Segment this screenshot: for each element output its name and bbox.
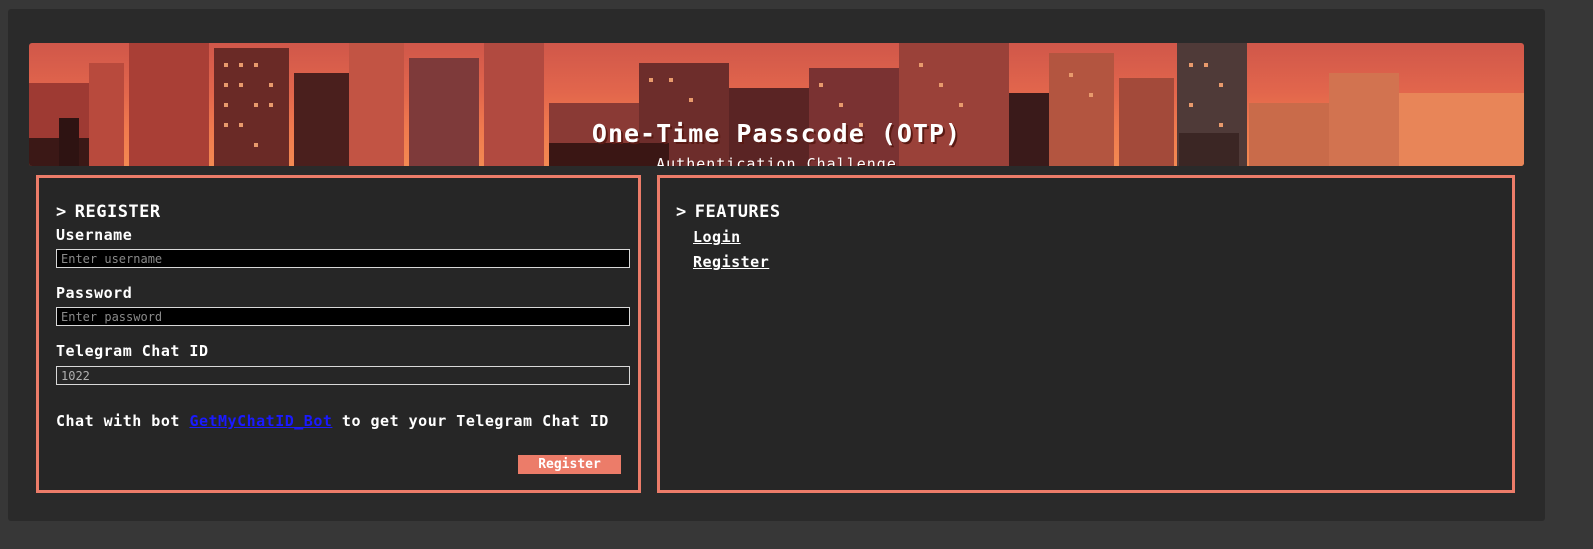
page-subtitle: Authentication Challenge (656, 155, 897, 166)
register-heading: > REGISTER (56, 202, 161, 222)
page-title: One-Time Passcode (OTP) (591, 119, 962, 148)
chat-id-input[interactable] (56, 366, 630, 385)
username-label: Username (56, 226, 133, 244)
chat-id-help-text: Chat with bot GetMyChatID_Bot to get you… (56, 412, 616, 430)
password-input[interactable] (56, 307, 630, 326)
header-banner: One-Time Passcode (OTP) Authentication C… (29, 43, 1524, 166)
bot-link[interactable]: GetMyChatID_Bot (189, 412, 332, 430)
features-heading-text: FEATURES (694, 202, 781, 222)
features-panel: > FEATURES Login Register (657, 175, 1515, 493)
login-link[interactable]: Login (693, 228, 741, 246)
register-panel: > REGISTER Username Password Telegram Cha… (36, 175, 641, 493)
chat-id-label: Telegram Chat ID (56, 342, 209, 360)
features-heading: > FEATURES (676, 202, 781, 222)
password-label: Password (56, 284, 133, 302)
help-suffix: to get your Telegram Chat ID (332, 412, 609, 430)
register-link[interactable]: Register (693, 253, 769, 271)
register-button[interactable]: Register (518, 455, 621, 474)
username-input[interactable] (56, 249, 630, 268)
chevron-right-icon: > (676, 202, 687, 222)
chevron-right-icon: > (56, 202, 67, 222)
help-prefix: Chat with bot (56, 412, 190, 430)
register-heading-text: REGISTER (74, 202, 161, 222)
